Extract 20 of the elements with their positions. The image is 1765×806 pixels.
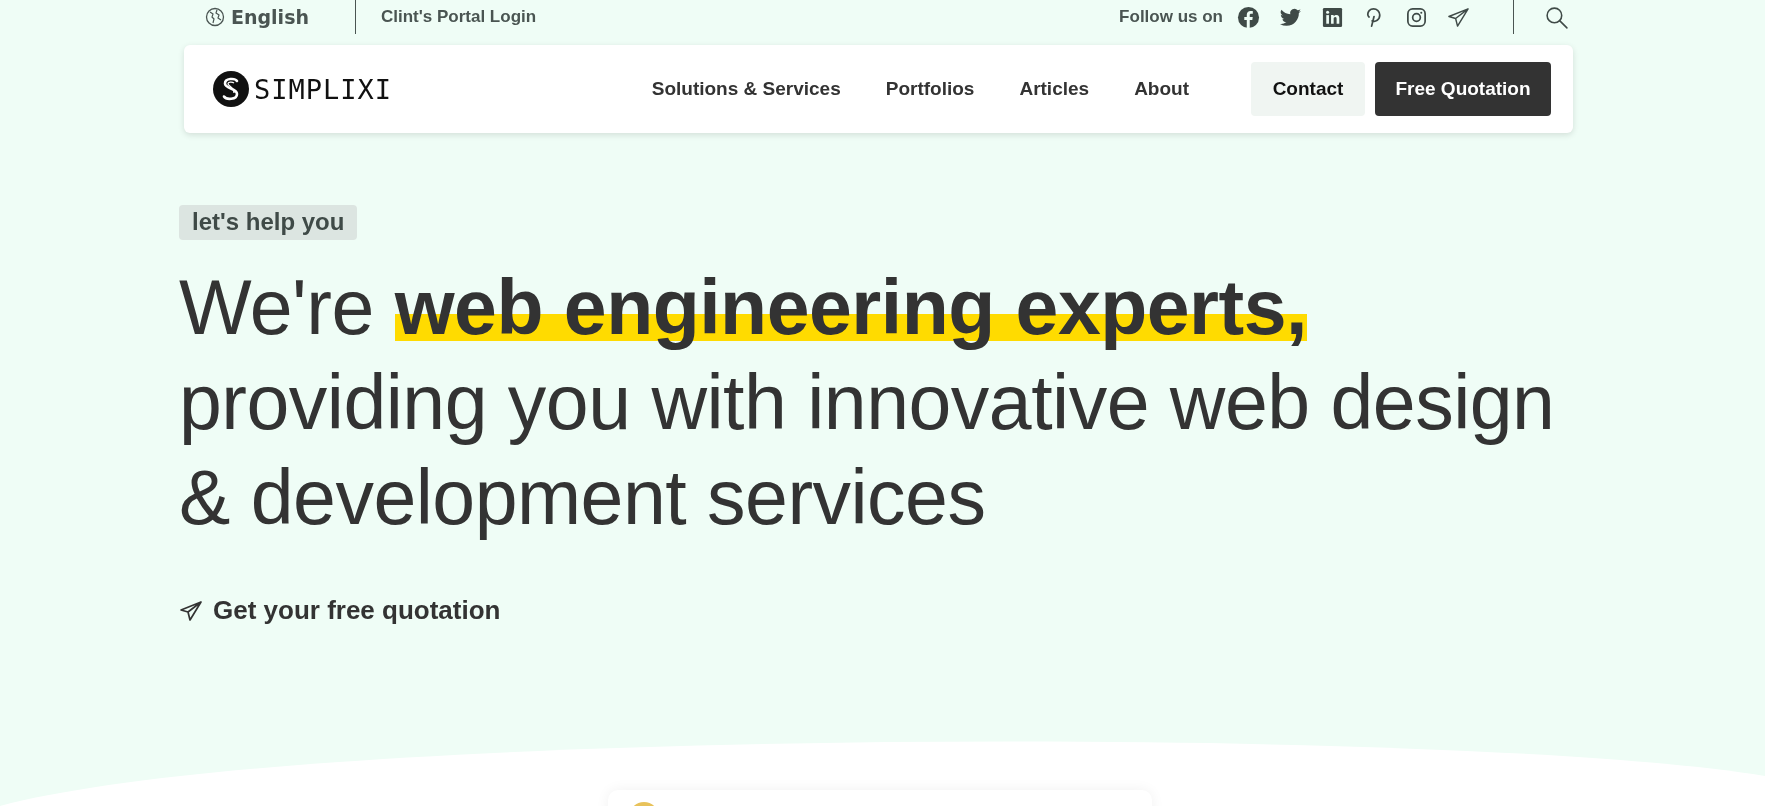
nav-link[interactable]: Articles [1019,78,1090,100]
nav-link[interactable]: About [1134,78,1189,100]
nav-link[interactable]: Portfolios [885,78,975,100]
facebook-icon[interactable] [1237,5,1260,29]
quotation-link[interactable]: Get your free quotation [179,595,501,626]
tagline-badge: let's help you [179,205,358,240]
paper-plane-icon [179,598,203,623]
paper-plane-icon[interactable] [1447,5,1470,29]
search-icon[interactable] [1544,4,1569,30]
instagram-icon[interactable] [1405,5,1428,29]
linkedin-icon[interactable] [1321,5,1344,29]
portal-login-link[interactable]: Clint's Portal Login [380,7,537,27]
language-link[interactable]: English [205,6,309,28]
quotation-button[interactable]: Free Quotation [1375,62,1551,116]
nav-link[interactable]: Solutions & Services [651,78,841,100]
globe-icon [205,7,225,27]
logo-icon[interactable] [213,71,249,107]
contact-button[interactable]: Contact [1251,62,1365,116]
follow-label: Follow us on [1119,7,1223,27]
logo-wordmark[interactable]: SIMPLIXI [254,73,393,105]
